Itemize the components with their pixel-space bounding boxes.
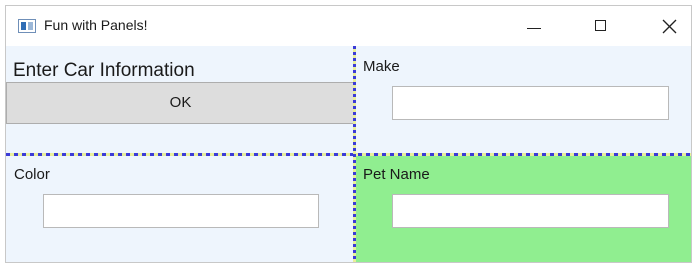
window-title: Fun with Panels! — [44, 17, 148, 33]
app-icon-pane-light — [28, 22, 33, 30]
color-panel: Color — [6, 154, 354, 262]
title-bar[interactable]: Fun with Panels! — [6, 6, 691, 46]
color-input[interactable] — [43, 194, 319, 228]
minimize-icon — [527, 28, 541, 29]
make-panel: Make — [354, 46, 691, 154]
app-icon-pane-dark — [21, 22, 26, 30]
make-input[interactable] — [392, 86, 669, 120]
horizontal-splitter[interactable] — [6, 153, 691, 156]
car-info-panel: Enter Car Information OK — [6, 46, 355, 154]
app-window: Fun with Panels! Enter Car Information O… — [5, 5, 692, 263]
car-info-heading: Enter Car Information — [13, 60, 195, 81]
vertical-splitter[interactable] — [353, 46, 356, 262]
pet-name-input[interactable] — [392, 194, 669, 228]
maximize-icon — [595, 20, 606, 31]
maximize-button[interactable] — [580, 6, 626, 46]
minimize-button[interactable] — [512, 6, 558, 46]
make-label: Make — [363, 58, 400, 75]
ok-button[interactable]: OK — [6, 82, 355, 124]
app-window-icon[interactable] — [18, 19, 36, 33]
pet-name-panel: Pet Name — [354, 154, 691, 262]
pet-name-label: Pet Name — [363, 166, 430, 183]
close-icon — [662, 19, 677, 34]
color-label: Color — [14, 166, 50, 183]
window-client-area: Enter Car Information OK Make Color Pet … — [6, 46, 691, 262]
close-button[interactable] — [648, 6, 694, 46]
